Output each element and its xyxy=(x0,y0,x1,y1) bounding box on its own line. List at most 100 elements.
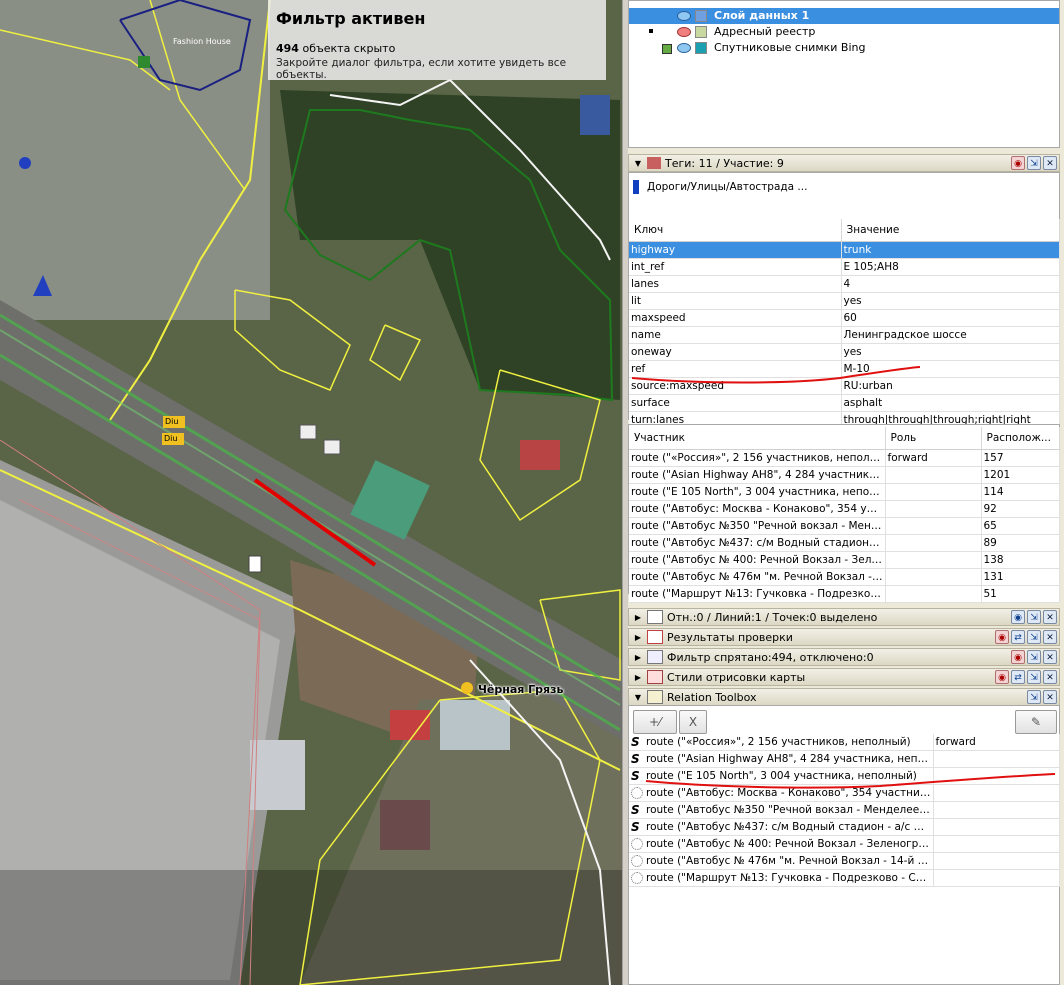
eye-toggle-icon[interactable]: ◉ xyxy=(1011,650,1025,664)
map-view[interactable]: Фильтр активен 494 объекта скрыто Закрой… xyxy=(0,0,622,985)
toolbox-member-cell[interactable]: Sroute ("«Россия»", 2 156 участников, не… xyxy=(629,734,934,751)
member-row[interactable]: route ("«Россия»", 2 156 участников, неп… xyxy=(629,449,1060,467)
preset-link[interactable]: Дороги/Улицы/Автострада ... xyxy=(647,181,807,193)
column-header-position[interactable]: Располож... xyxy=(981,427,1060,450)
tag-key-cell[interactable]: oneway xyxy=(629,343,842,361)
tag-key-cell[interactable]: surface xyxy=(629,394,842,412)
toolbox-member-cell[interactable]: Sroute ("E 105 North", 3 004 участника, … xyxy=(629,767,934,785)
tag-value-cell[interactable]: RU:urban xyxy=(841,377,1060,395)
toolbox-role-cell[interactable]: forward xyxy=(933,734,1060,751)
expand-toggle-icon[interactable]: ▶ xyxy=(633,673,643,682)
member-role-cell[interactable] xyxy=(885,483,982,501)
settings-icon[interactable]: ⇄ xyxy=(1011,670,1025,684)
close-icon[interactable]: ✕ xyxy=(1043,630,1057,644)
toolbox-role-cell[interactable] xyxy=(933,852,1060,870)
tag-row[interactable]: surface asphalt xyxy=(629,394,1060,412)
member-member-cell[interactable]: route ("Маршрут №13: Гучковка - Подрезко… xyxy=(629,585,886,603)
close-icon[interactable]: ✕ xyxy=(1043,610,1057,624)
tag-key-cell[interactable]: ref xyxy=(629,360,842,378)
tags-panel-header[interactable]: ▼ Теги: 11 / Участие: 9 ◉ ⇲ ✕ xyxy=(628,154,1060,172)
member-role-cell[interactable] xyxy=(885,551,982,569)
tag-key-cell[interactable]: source:maxspeed xyxy=(629,377,842,395)
column-header-key[interactable]: Ключ xyxy=(629,219,842,242)
tag-value-cell[interactable]: 4 xyxy=(841,275,1060,293)
member-row[interactable]: route ("Asian Highway AH8", 4 284 участн… xyxy=(629,466,1060,484)
tag-row[interactable]: maxspeed 60 xyxy=(629,309,1060,327)
member-row[interactable]: route ("Автобус №437: с/м Водный стадион… xyxy=(629,534,1060,552)
toolbox-member-cell[interactable]: Sroute ("Автобус №437: с/м Водный стадио… xyxy=(629,818,934,836)
toolbox-role-cell[interactable] xyxy=(933,784,1060,802)
detach-icon[interactable]: ⇲ xyxy=(1027,156,1041,170)
tag-value-cell[interactable]: trunk xyxy=(841,241,1060,259)
member-member-cell[interactable]: route ("Автобус № 476м "м. Речной Вокзал… xyxy=(629,568,886,586)
edit-relation-button[interactable]: ✎ xyxy=(1015,710,1057,734)
member-role-cell[interactable] xyxy=(885,517,982,535)
visibility-eye-icon[interactable] xyxy=(677,43,691,53)
tag-row[interactable]: int_ref E 105;AH8 xyxy=(629,258,1060,276)
toolbox-role-cell[interactable] xyxy=(933,767,1060,785)
selection-panel-header[interactable]: ▶ Отн.:0 / Линий:1 / Точек:0 выделено ◉ … xyxy=(628,608,1060,626)
column-header-member[interactable]: Участник xyxy=(629,427,886,450)
relation-toolbox-header[interactable]: ▼ Relation Toolbox ⇲ ✕ xyxy=(628,688,1060,706)
member-pos-cell[interactable]: 138 xyxy=(981,551,1060,569)
member-member-cell[interactable]: route ("Asian Highway AH8", 4 284 участн… xyxy=(629,466,886,484)
tag-value-cell[interactable]: E 105;AH8 xyxy=(841,258,1060,276)
tag-row[interactable]: oneway yes xyxy=(629,343,1060,361)
tag-row[interactable]: lit yes xyxy=(629,292,1060,310)
member-row[interactable]: route ("Автобус № 476м "м. Речной Вокзал… xyxy=(629,568,1060,586)
close-icon[interactable]: ✕ xyxy=(1043,670,1057,684)
detach-icon[interactable]: ⇲ xyxy=(1027,650,1041,664)
tag-row[interactable]: ref M-10 xyxy=(629,360,1060,378)
expand-toggle-icon[interactable]: ▶ xyxy=(633,653,643,662)
expand-toggle-icon[interactable]: ▶ xyxy=(633,633,643,642)
toolbox-relation-row[interactable]: Sroute ("Автобус №437: с/м Водный стадио… xyxy=(629,818,1060,836)
member-role-cell[interactable] xyxy=(885,585,982,603)
tag-row[interactable]: lanes 4 xyxy=(629,275,1060,293)
column-header-value[interactable]: Значение xyxy=(841,219,1060,242)
toolbox-member-cell[interactable]: route ("Автобус № 400: Речной Вокзал - З… xyxy=(629,835,934,853)
tag-key-cell[interactable]: highway xyxy=(629,241,842,259)
detach-icon[interactable]: ⇲ xyxy=(1027,610,1041,624)
expand-toggle-icon[interactable]: ▶ xyxy=(633,613,643,622)
member-member-cell[interactable]: route ("«Россия»", 2 156 участников, неп… xyxy=(629,449,886,467)
close-icon[interactable]: ✕ xyxy=(1043,690,1057,704)
layer-row-data-1[interactable]: Слой данных 1 xyxy=(629,8,1059,24)
detach-icon[interactable]: ⇲ xyxy=(1027,630,1041,644)
toolbox-relation-row[interactable]: Sroute ("Автобус №350 "Речной вокзал - М… xyxy=(629,801,1060,819)
map-styles-panel-header[interactable]: ▶ Стили отрисовки карты ◉ ⇄ ⇲ ✕ xyxy=(628,668,1060,686)
member-pos-cell[interactable]: 114 xyxy=(981,483,1060,501)
member-member-cell[interactable]: route ("Автобус: Москва - Конаково", 354… xyxy=(629,500,886,518)
tag-value-cell[interactable]: asphalt xyxy=(841,394,1060,412)
visibility-eye-icon[interactable] xyxy=(677,27,691,37)
member-member-cell[interactable]: route ("Автобус № 400: Речной Вокзал - З… xyxy=(629,551,886,569)
tag-value-cell[interactable]: 60 xyxy=(841,309,1060,327)
validation-panel-header[interactable]: ▶ Результаты проверки ◉ ⇄ ⇲ ✕ xyxy=(628,628,1060,646)
detach-icon[interactable]: ⇲ xyxy=(1027,670,1041,684)
toolbox-relation-row[interactable]: Sroute ("E 105 North", 3 004 участника, … xyxy=(629,767,1060,785)
tag-value-cell[interactable]: Ленинградское шоссе xyxy=(841,326,1060,344)
member-pos-cell[interactable]: 157 xyxy=(981,449,1060,467)
map-place-label[interactable]: Чёрная Грязь xyxy=(478,683,563,696)
toolbox-member-cell[interactable]: Sroute ("Asian Highway AH8", 4 284 участ… xyxy=(629,750,934,768)
eye-toggle-icon[interactable]: ◉ xyxy=(995,630,1009,644)
layer-row-bing[interactable]: Спутниковые снимки Bing xyxy=(629,40,1059,56)
visibility-eye-icon[interactable] xyxy=(677,11,691,21)
toolbox-role-cell[interactable] xyxy=(933,801,1060,819)
member-row[interactable]: route ("E 105 North", 3 004 участника, н… xyxy=(629,483,1060,501)
collapse-toggle-icon[interactable]: ▼ xyxy=(633,693,643,702)
member-role-cell[interactable] xyxy=(885,568,982,586)
collapse-toggle-icon[interactable]: ▼ xyxy=(633,159,643,168)
tag-key-cell[interactable]: name xyxy=(629,326,842,344)
tag-value-cell[interactable]: M-10 xyxy=(841,360,1060,378)
member-pos-cell[interactable]: 89 xyxy=(981,534,1060,552)
toolbox-relation-row[interactable]: route ("Автобус: Москва - Конаково", 354… xyxy=(629,784,1060,802)
tag-key-cell[interactable]: lanes xyxy=(629,275,842,293)
toolbox-member-cell[interactable]: route ("Маршрут №13: Гучковка - Подрезко… xyxy=(629,869,934,887)
layer-row-address[interactable]: Адресный реестр xyxy=(629,24,1059,40)
member-role-cell[interactable] xyxy=(885,534,982,552)
tag-row[interactable]: name Ленинградское шоссе xyxy=(629,326,1060,344)
column-header-role[interactable]: Роль xyxy=(885,427,982,450)
tag-key-cell[interactable]: int_ref xyxy=(629,258,842,276)
toolbox-relation-row[interactable]: Sroute ("«Россия»", 2 156 участников, не… xyxy=(629,734,1060,751)
toolbox-member-cell[interactable]: route ("Автобус № 476м "м. Речной Вокзал… xyxy=(629,852,934,870)
